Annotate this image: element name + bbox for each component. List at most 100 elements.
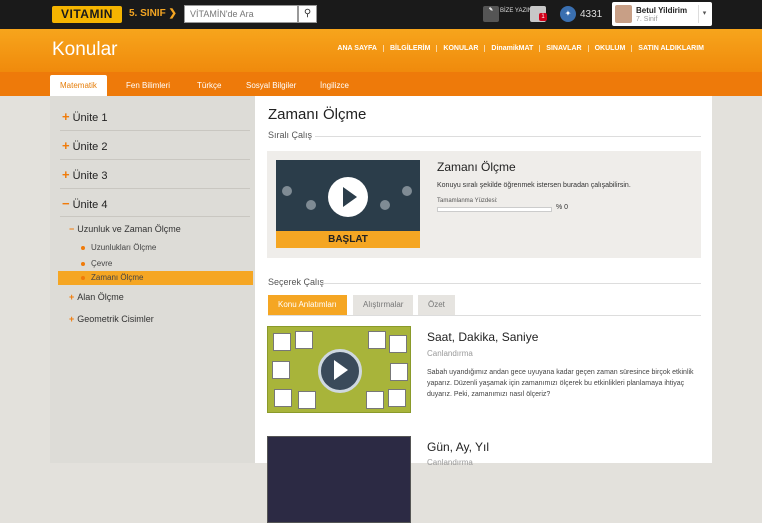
clock-icon: [390, 363, 408, 381]
divider: [60, 216, 250, 217]
tab-alistirmalar[interactable]: Alıştırmalar: [353, 295, 414, 315]
unit-label: Ünite 2: [72, 141, 108, 153]
sidebar-item-zamani-olcme[interactable]: Zamanı Ölçme: [58, 271, 253, 285]
divider: [60, 159, 250, 160]
leaf-label: Uzunlukları Ölçme: [91, 243, 157, 252]
nav-satin-aldiklarim[interactable]: SATIN ALDIKLARIM: [631, 45, 710, 52]
sidebar-item-uzunluk-zaman[interactable]: − Uzunluk ve Zaman Ölçme: [69, 224, 181, 234]
clock-icon: [368, 331, 386, 349]
tab-fen-bilimleri[interactable]: Fen Bilimleri: [116, 75, 180, 96]
lesson-thumbnail-saat[interactable]: [267, 326, 411, 413]
bullet-icon: [81, 261, 85, 266]
sidebar-item-unite-4[interactable]: − Ünite 4: [62, 196, 107, 211]
tab-turkce[interactable]: Türkçe: [187, 75, 231, 96]
divider: [60, 188, 250, 189]
bullet-icon: [81, 275, 85, 280]
progress-bar: [437, 207, 552, 212]
tab-ingilizce[interactable]: İngilizce: [310, 75, 359, 96]
plus-icon: +: [69, 314, 75, 324]
chevron-down-icon[interactable]: ▾: [698, 5, 710, 23]
sidebar-item-unite-1[interactable]: + Ünite 1: [62, 109, 107, 124]
lesson-type: Canlandırma: [427, 349, 473, 358]
search-button[interactable]: ⚲: [298, 5, 317, 23]
sidebar-item-uzunluklari-olcme[interactable]: Uzunlukları Ölçme: [81, 243, 156, 252]
points-value: 4331: [580, 9, 603, 20]
step-icon: [306, 200, 316, 210]
clock-icon: [295, 331, 313, 349]
clock-icon: [389, 335, 407, 353]
step-icon: [282, 186, 292, 196]
clock-icon: [388, 389, 406, 407]
tab-sosyal-bilgiler[interactable]: Sosyal Bilgiler: [236, 75, 306, 96]
lesson-title[interactable]: Gün, Ay, Yıl: [427, 440, 489, 454]
sidebar-item-unite-3[interactable]: + Ünite 3: [62, 167, 107, 182]
write-to-us-label[interactable]: BİZE YAZIN: [500, 8, 532, 15]
unit-label: Ünite 1: [72, 112, 108, 124]
tab-matematik[interactable]: Matematik: [50, 75, 107, 96]
mail-badge: 1: [539, 13, 547, 21]
nav-ana-sayfa[interactable]: ANA SAYFA: [331, 45, 383, 52]
leaf-label: Zamanı Ölçme: [91, 273, 144, 282]
start-button[interactable]: BAŞLAT: [276, 231, 420, 248]
video-thumbnail[interactable]: BAŞLAT: [276, 160, 420, 248]
main-nav: ANA SAYFA BİLGİLERİM KONULAR DinamikMAT …: [331, 45, 710, 52]
divider: [323, 283, 701, 284]
clock-icon: [274, 389, 292, 407]
progress-label: Tamamlanma Yüzdesi:: [437, 198, 498, 204]
section-sirali-calis: Sıralı Çalış: [268, 130, 313, 140]
unit-label: Ünite 4: [72, 199, 108, 211]
sub-label: Alan Ölçme: [77, 292, 124, 302]
sequential-study-card: BAŞLAT Zamanı Ölçme Konuyu sıralı şekild…: [267, 151, 701, 258]
avatar: [615, 5, 632, 23]
play-triangle-icon: [334, 360, 348, 380]
grade-selector[interactable]: 5. SINIF ❯: [129, 8, 177, 19]
nav-dinamikmat[interactable]: DinamikMAT: [484, 45, 539, 52]
lesson-title[interactable]: Saat, Dakika, Saniye: [427, 330, 538, 344]
step-icon: [402, 186, 412, 196]
leaf-label: Çevre: [91, 259, 113, 268]
progress-value: % 0: [556, 204, 569, 211]
tab-ozet[interactable]: Özet: [418, 295, 455, 315]
minus-icon: −: [62, 196, 70, 211]
search-input[interactable]: VİTAMİN'de Ara: [184, 5, 298, 23]
lesson-thumbnail-gun-ay-yil[interactable]: [267, 436, 411, 523]
search-icon: ⚲: [303, 8, 312, 19]
plus-icon: +: [62, 138, 70, 153]
user-class: 7. Sinif: [636, 16, 658, 23]
sub-label: Uzunluk ve Zaman Ölçme: [77, 224, 181, 234]
clock-icon: [366, 391, 384, 409]
sidebar-item-geometrik-cisimler[interactable]: + Geometrik Cisimler: [69, 314, 154, 324]
plus-icon: +: [69, 292, 75, 302]
clock-icon: [298, 391, 316, 409]
step-icon: [380, 200, 390, 210]
play-triangle-icon: [343, 187, 357, 207]
divider: [60, 130, 250, 131]
main-content: Zamanı Ölçme Sıralı Çalış BAŞLAT Zamanı …: [255, 96, 712, 523]
clock-icon: [272, 361, 290, 379]
tab-konu-anlatimlari[interactable]: Konu Anlatımları: [268, 295, 347, 315]
points-icon: ✦: [560, 6, 576, 22]
card-title: Zamanı Ölçme: [437, 160, 516, 174]
sidebar-item-alan-olcme[interactable]: + Alan Ölçme: [69, 292, 124, 302]
nav-bilgilerim[interactable]: BİLGİLERİM: [382, 45, 436, 52]
page-title: Konular: [52, 39, 118, 60]
vitamin-logo[interactable]: VITAMIN: [52, 6, 122, 23]
top-bar: VITAMIN 5. SINIF ❯ VİTAMİN'de Ara ⚲ ✎ Bİ…: [0, 0, 762, 29]
unit-label: Ünite 3: [72, 170, 108, 182]
topic-title: Zamanı Ölçme: [268, 106, 367, 123]
sidebar-item-unite-2[interactable]: + Ünite 2: [62, 138, 107, 153]
card-description: Konuyu sıralı şekilde öğrenmek istersen …: [437, 182, 631, 189]
plus-icon: +: [62, 109, 70, 124]
minus-icon: −: [69, 224, 75, 234]
divider: [315, 136, 701, 137]
sidebar: + Ünite 1 + Ünite 2 + Ünite 3 − Ünite 4 − Uzu…: [50, 96, 255, 463]
write-to-us-icon[interactable]: ✎: [483, 6, 499, 22]
user-menu[interactable]: Betul Yildirim 7. Sinif ▾: [612, 2, 712, 26]
nav-konular[interactable]: KONULAR: [436, 45, 484, 52]
nav-okulum[interactable]: OKULUM: [587, 45, 632, 52]
nav-sinavlar[interactable]: SINAVLAR: [539, 45, 587, 52]
lesson-description: Sabah uyandığımız andan gece uyuyana kad…: [427, 369, 694, 398]
divider: [268, 315, 701, 316]
sidebar-item-cevre[interactable]: Çevre: [81, 259, 112, 268]
bullet-icon: [81, 245, 85, 250]
